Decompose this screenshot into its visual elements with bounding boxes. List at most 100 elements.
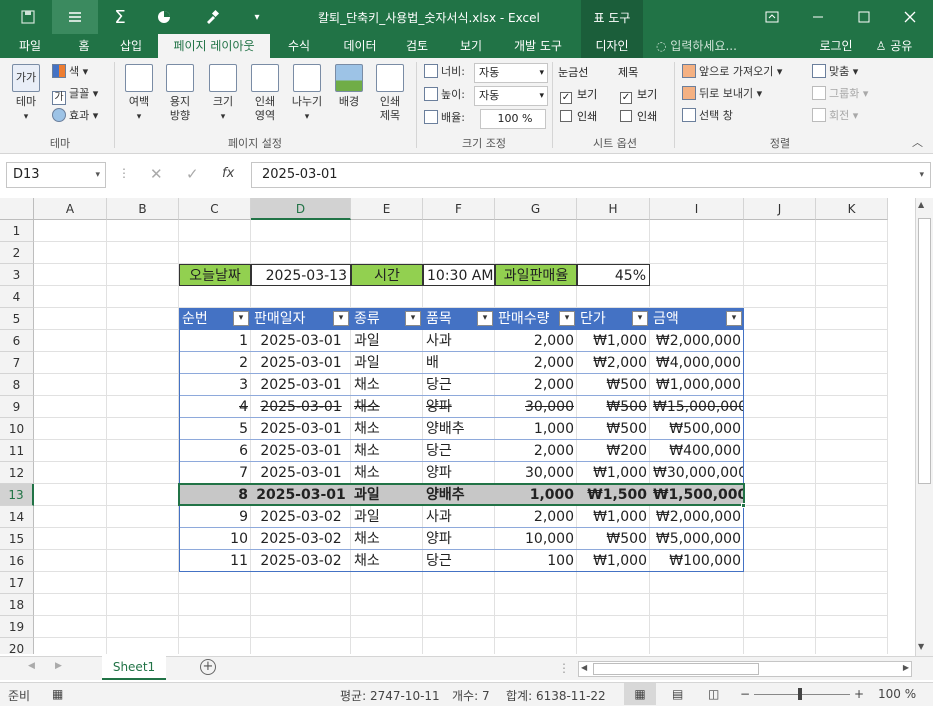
table-cell[interactable]: 1,000 — [495, 418, 577, 440]
qat-dropdown-icon[interactable]: ▾ — [246, 0, 268, 34]
background-button[interactable]: 배경 — [332, 64, 366, 109]
table-cell[interactable]: 5 — [179, 418, 251, 440]
table-cell[interactable]: 사과 — [423, 506, 495, 528]
table-header-4[interactable]: 품목 ▾ — [423, 308, 495, 330]
zoom-in-icon[interactable]: + — [854, 687, 864, 701]
table-cell[interactable]: 10,000 — [495, 528, 577, 550]
table-cell[interactable]: 과일 — [351, 484, 423, 506]
filter-dropdown-icon[interactable]: ▾ — [632, 311, 648, 326]
row-header-12[interactable]: 12 — [0, 462, 34, 484]
page-layout-view-icon[interactable]: ▤ — [672, 687, 683, 701]
table-cell[interactable]: 2 — [179, 352, 251, 374]
table-cell[interactable]: 양파 — [423, 462, 495, 484]
add-sheet-icon[interactable]: + — [200, 659, 216, 675]
column-header-e[interactable]: E — [351, 198, 423, 220]
fonts-button[interactable]: 가 글꼴 ▾ — [52, 84, 98, 105]
table-cell[interactable]: 3 — [179, 374, 251, 396]
row-header-18[interactable]: 18 — [0, 594, 34, 616]
table-cell[interactable]: 채소 — [351, 418, 423, 440]
horizontal-scrollbar[interactable]: ◀ ▶ — [578, 661, 912, 677]
table-cell[interactable]: 30,000 — [495, 396, 577, 418]
tab-view[interactable]: 보기 — [448, 34, 494, 58]
table-cell[interactable]: 2025-03-01 — [251, 440, 351, 462]
row-header-15[interactable]: 15 — [0, 528, 34, 550]
tab-page-layout[interactable]: 페이지 레이아웃 — [158, 34, 270, 58]
sheet-tab-sheet1[interactable]: Sheet1 — [102, 656, 166, 680]
table-cell[interactable]: ₩500 — [577, 396, 650, 418]
signin-link[interactable]: 로그인 — [814, 34, 858, 58]
table-header-6[interactable]: 단가 ▾ — [577, 308, 650, 330]
next-sheet-icon[interactable]: ▶ — [55, 661, 62, 671]
table-cell[interactable]: 2,000 — [495, 352, 577, 374]
rotate-button[interactable]: 회전 ▾ — [812, 106, 858, 126]
insert-function-icon[interactable]: fx — [222, 166, 234, 181]
table-header-3[interactable]: 종류 ▾ — [351, 308, 423, 330]
table-cell[interactable]: 30,000 — [495, 462, 577, 484]
gridlines-print-checkbox[interactable]: 인쇄 — [560, 108, 597, 126]
table-cell[interactable]: 2025-03-01 — [251, 374, 351, 396]
filter-dropdown-icon[interactable]: ▾ — [477, 311, 493, 326]
table-cell[interactable]: 채소 — [351, 374, 423, 396]
worksheet-grid[interactable]: A B C D E F G H I J K 1 2 3 4 5 6 7 8 9 10 11 12 13 14 15 16 17 18 19… — [0, 198, 915, 654]
table-cell[interactable]: 2025-03-01 — [251, 484, 351, 506]
table-cell[interactable]: ₩500 — [577, 374, 650, 396]
tab-formulas[interactable]: 수식 — [276, 34, 322, 58]
tab-developer[interactable]: 개발 도구 — [504, 34, 572, 58]
row-header-10[interactable]: 10 — [0, 418, 34, 440]
table-cell[interactable]: 과일 — [351, 352, 423, 374]
zoom-slider-thumb[interactable] — [798, 688, 802, 700]
table-cell[interactable]: 2025-03-01 — [251, 352, 351, 374]
row-header-9[interactable]: 9 — [0, 396, 34, 418]
maximize-icon[interactable] — [848, 0, 880, 34]
row-header-17[interactable]: 17 — [0, 572, 34, 594]
headings-view-checkbox[interactable]: ✓ 보기 — [620, 86, 657, 104]
autosum-icon[interactable]: Σ — [104, 0, 136, 34]
collapse-ribbon-icon[interactable]: ︿ — [912, 134, 923, 150]
column-header-f[interactable]: F — [423, 198, 495, 220]
format-painter-icon[interactable] — [196, 0, 228, 34]
save-icon[interactable] — [10, 0, 46, 34]
column-header-d[interactable]: D — [251, 198, 351, 220]
table-cell[interactable]: ₩2,000,000 — [650, 506, 744, 528]
table-cell[interactable]: 10 — [179, 528, 251, 550]
fruit-rate-value[interactable]: 45% — [577, 264, 650, 286]
table-cell[interactable]: ₩1,500 — [577, 484, 650, 506]
table-cell[interactable]: 1 — [179, 330, 251, 352]
scroll-up-icon[interactable]: ▲ — [918, 200, 924, 209]
prev-sheet-icon[interactable]: ◀ — [28, 661, 35, 671]
table-cell[interactable]: ₩1,500,000 — [650, 484, 744, 506]
table-cell[interactable]: 2,000 — [495, 440, 577, 462]
column-header-b[interactable]: B — [107, 198, 179, 220]
share-button[interactable]: ♙ 공유 — [866, 34, 922, 58]
column-header-j[interactable]: J — [744, 198, 816, 220]
table-cell[interactable]: ₩1,000,000 — [650, 374, 744, 396]
scale-spinner[interactable]: 100 % — [480, 109, 546, 129]
height-select[interactable]: 자동 ▾ — [474, 86, 548, 106]
column-header-a[interactable]: A — [34, 198, 107, 220]
table-cell[interactable]: ₩5,000,000 — [650, 528, 744, 550]
table-header-2[interactable]: 판매일자 ▾ — [251, 308, 351, 330]
row-header-7[interactable]: 7 — [0, 352, 34, 374]
table-cell[interactable]: 채소 — [351, 528, 423, 550]
table-cell[interactable]: 양배추 — [423, 484, 495, 506]
scroll-down-icon[interactable]: ▼ — [918, 642, 924, 651]
table-header-1[interactable]: 순번 ▾ — [179, 308, 251, 330]
table-cell[interactable]: 당근 — [423, 550, 495, 572]
table-cell[interactable]: 사과 — [423, 330, 495, 352]
zoom-level[interactable]: 100 % — [878, 687, 916, 701]
orientation-button[interactable]: 용지 방향 — [160, 64, 200, 123]
table-cell[interactable]: 2025-03-02 — [251, 528, 351, 550]
table-cell[interactable]: ₩30,000,000 — [650, 462, 744, 484]
table-cell[interactable]: 2,000 — [495, 506, 577, 528]
table-cell[interactable]: ₩1,000 — [577, 462, 650, 484]
headings-print-checkbox[interactable]: 인쇄 — [620, 108, 657, 126]
effects-button[interactable]: 효과 ▾ — [52, 106, 98, 126]
table-cell[interactable]: 당근 — [423, 374, 495, 396]
table-cell[interactable]: 채소 — [351, 462, 423, 484]
table-cell[interactable]: 2025-03-01 — [251, 418, 351, 440]
tab-data[interactable]: 데이터 — [332, 34, 388, 58]
table-cell[interactable]: 100 — [495, 550, 577, 572]
table-cell[interactable]: ₩1,000 — [577, 330, 650, 352]
table-cell[interactable]: 양배추 — [423, 418, 495, 440]
row-header-19[interactable]: 19 — [0, 616, 34, 638]
